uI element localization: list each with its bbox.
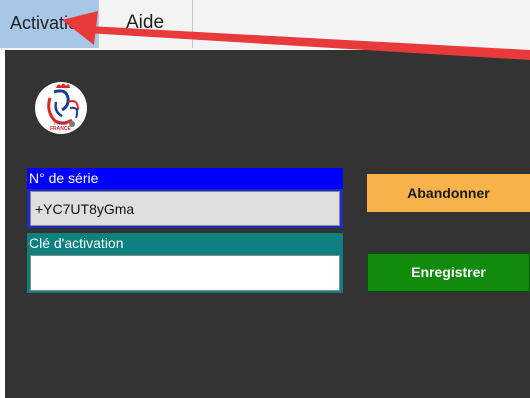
- activation-key-field-frame: [27, 253, 343, 293]
- serial-number-label: N° de série: [27, 168, 343, 189]
- serial-number-input[interactable]: [30, 191, 340, 226]
- abandon-button[interactable]: Abandonner: [367, 174, 530, 212]
- activation-key-input[interactable]: [30, 255, 340, 291]
- save-button[interactable]: Enregistrer: [367, 253, 530, 292]
- federation-rooster-logo: FFFHB FRANCE: [35, 82, 87, 134]
- tab-aide[interactable]: Aide: [98, 0, 193, 48]
- activation-key-label: Clé d'activation: [27, 233, 343, 254]
- ribbon-tab-bar: Activation Aide: [0, 0, 530, 50]
- logo-text-bottom: FRANCE: [50, 126, 71, 132]
- serial-number-field-frame: [27, 189, 343, 228]
- tab-activation[interactable]: Activation: [0, 0, 99, 48]
